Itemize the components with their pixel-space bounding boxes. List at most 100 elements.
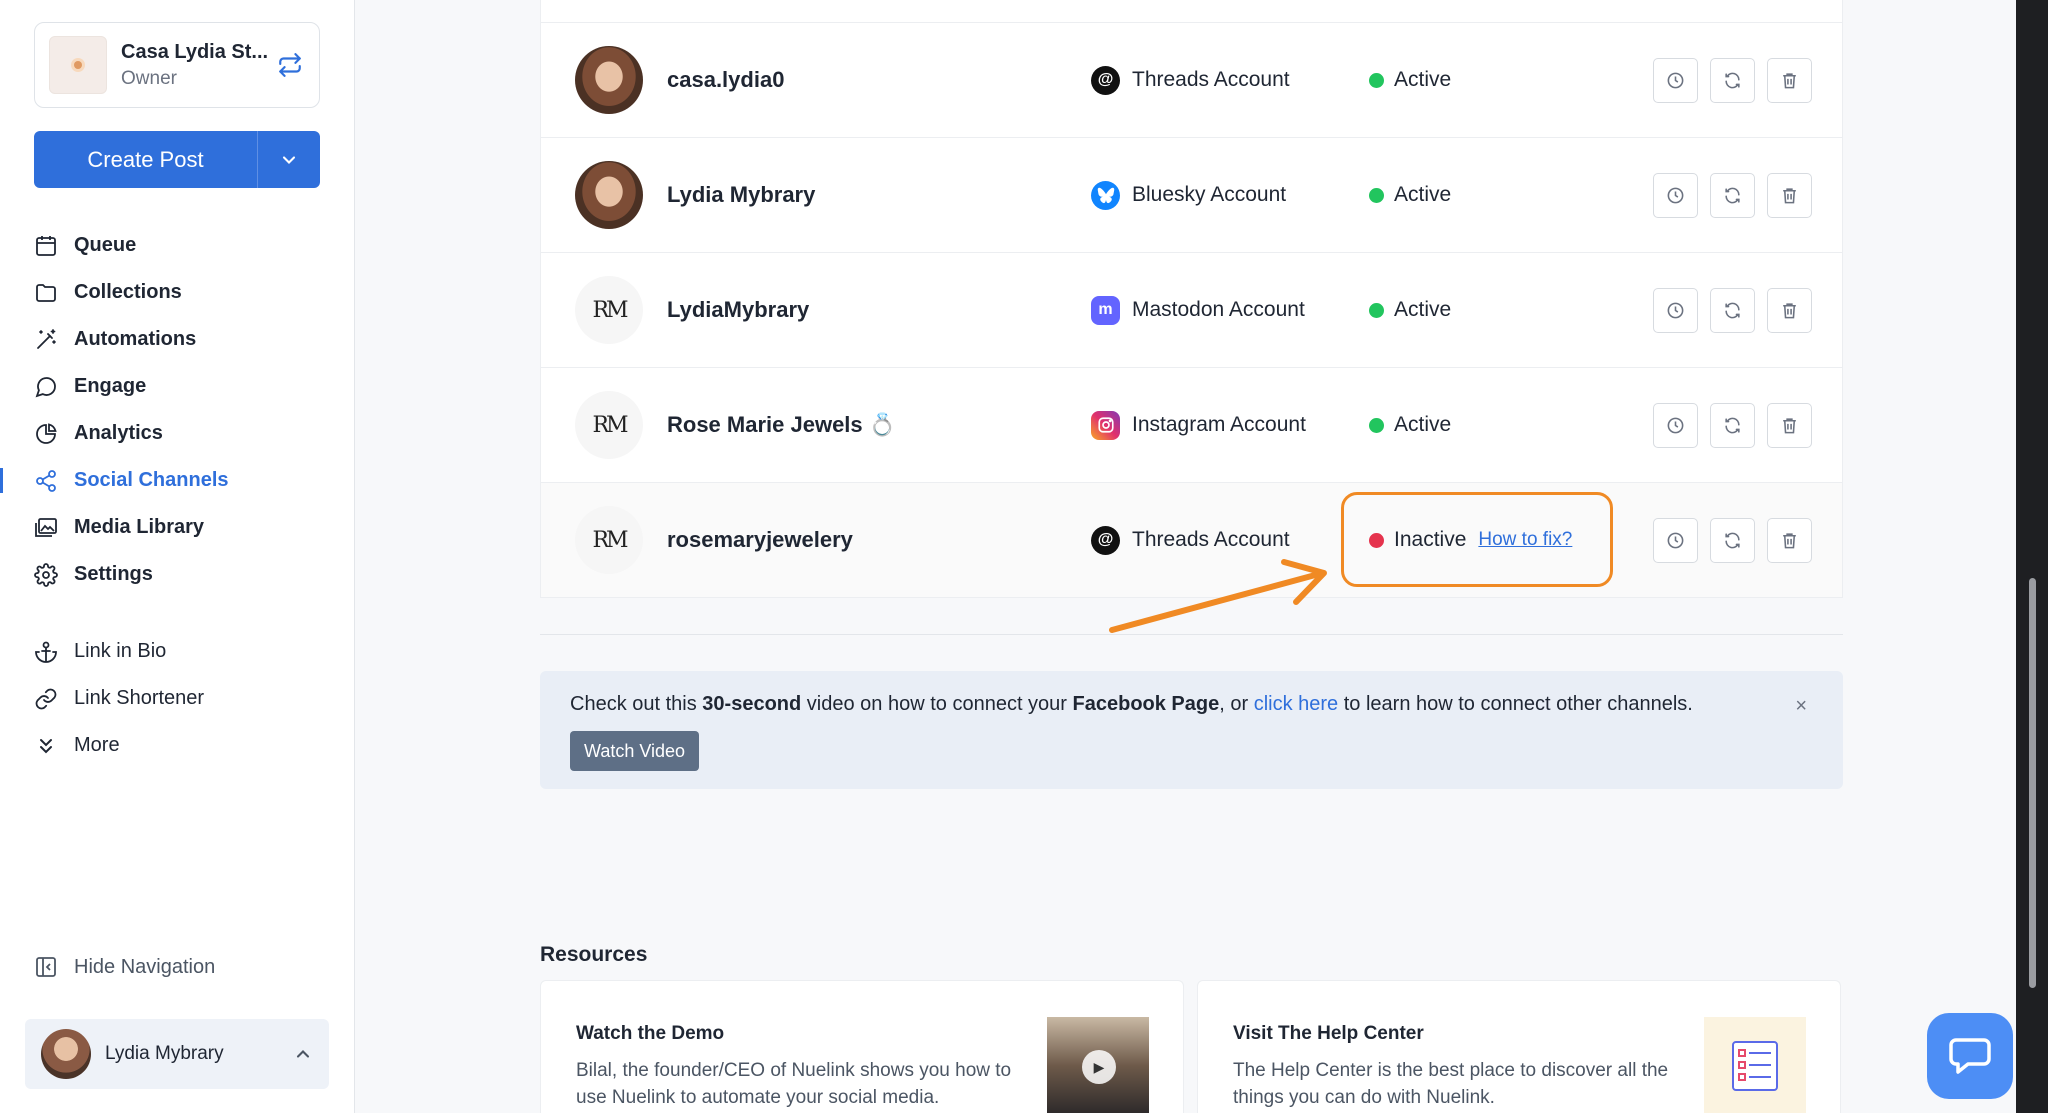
chat-icon xyxy=(1949,1038,1991,1074)
clock-icon xyxy=(1667,187,1684,203)
chevron-up-icon xyxy=(296,1050,310,1058)
account-type: @ Threads Account xyxy=(1091,65,1290,95)
refresh-button[interactable] xyxy=(1710,402,1755,448)
nav-item-social-channels[interactable]: Social Channels xyxy=(0,457,355,504)
row-actions xyxy=(1653,172,1812,218)
status-label: Active xyxy=(1394,413,1452,436)
status-badge: Active xyxy=(1369,413,1451,437)
delete-button[interactable] xyxy=(1767,402,1812,448)
account-name: casa.lydia0 xyxy=(667,67,785,92)
status-badge: Active xyxy=(1369,183,1451,207)
account-type-label: Bluesky Account xyxy=(1132,183,1287,206)
folder-icon xyxy=(36,283,56,302)
table-row: casa.lydia0 @ Threads Account Active xyxy=(541,23,1842,138)
delete-button[interactable] xyxy=(1767,172,1812,218)
delete-button[interactable] xyxy=(1767,57,1812,103)
watch-video-button[interactable]: Watch Video xyxy=(570,731,700,771)
account-type: @ Threads Account xyxy=(1091,525,1290,555)
refresh-button[interactable] xyxy=(1710,57,1755,103)
delete-button[interactable] xyxy=(1767,287,1812,333)
schedule-button[interactable] xyxy=(1653,287,1698,333)
nav-item-engage[interactable]: Engage xyxy=(0,363,355,410)
main-nav: Queue Collections Automations Engage Ana… xyxy=(0,222,355,769)
support-chat-button[interactable] xyxy=(1927,1013,2013,1099)
status-label: Active xyxy=(1394,298,1452,321)
workspace-name: Casa Lydia St... xyxy=(121,40,269,63)
row-actions xyxy=(1653,402,1812,448)
nav-label: Link Shortener xyxy=(74,687,205,709)
create-post-button-group: Create Post xyxy=(34,131,320,188)
channels-list: casa.lydia0 @ Threads Account Active Lyd… xyxy=(540,0,1843,598)
anchor-icon xyxy=(35,641,57,663)
nav-label: Media Library xyxy=(74,516,205,538)
table-row: Lydia Mybrary Bluesky Account Active xyxy=(541,138,1842,253)
schedule-button[interactable] xyxy=(1653,517,1698,563)
status-badge: Active xyxy=(1369,68,1451,92)
refresh-icon xyxy=(1725,187,1740,203)
nav-item-queue[interactable]: Queue xyxy=(0,222,355,269)
refresh-icon xyxy=(1725,302,1740,318)
refresh-icon xyxy=(1725,72,1740,88)
nav-item-analytics[interactable]: Analytics xyxy=(0,410,355,457)
schedule-button[interactable] xyxy=(1653,402,1698,448)
trash-icon xyxy=(1783,302,1796,318)
resource-text: Bilal, the founder/CEO of Nuelink shows … xyxy=(576,1060,1012,1108)
images-icon xyxy=(35,517,57,537)
account-name: Rose Marie Jewels 💍 xyxy=(667,412,897,437)
checklist-icon xyxy=(1732,1040,1778,1091)
user-menu[interactable]: Lydia Mybrary xyxy=(25,1019,329,1089)
resource-title: Visit The Help Center xyxy=(1233,1023,1424,1044)
click-here-link[interactable]: click here xyxy=(1254,693,1338,715)
help-center-thumbnail xyxy=(1704,1017,1806,1113)
resource-card-help-center[interactable]: Visit The Help Center The Help Center is… xyxy=(1197,980,1841,1113)
nav-item-collections[interactable]: Collections xyxy=(0,269,355,316)
status-label: Active xyxy=(1394,68,1452,91)
schedule-button[interactable] xyxy=(1653,57,1698,103)
status-badge: Active xyxy=(1369,298,1451,322)
mastodon-icon: m xyxy=(1091,295,1120,325)
status-label: Active xyxy=(1394,183,1452,206)
account-avatar xyxy=(575,46,643,114)
close-icon[interactable]: × xyxy=(1795,695,1807,718)
refresh-button[interactable] xyxy=(1710,517,1755,563)
nav-label: Collections xyxy=(74,281,182,303)
account-avatar: RM xyxy=(575,276,643,344)
play-icon: ▶ xyxy=(1082,1050,1116,1084)
trash-icon xyxy=(1783,532,1796,548)
nav-item-automations[interactable]: Automations xyxy=(0,316,355,363)
resource-text: The Help Center is the best place to dis… xyxy=(1233,1060,1669,1108)
refresh-button[interactable] xyxy=(1710,287,1755,333)
row-actions xyxy=(1653,287,1812,333)
create-post-dropdown[interactable] xyxy=(258,131,320,188)
account-type-label: Instagram Account xyxy=(1132,413,1306,436)
nav-label: Analytics xyxy=(74,422,163,444)
nav-item-settings[interactable]: Settings xyxy=(0,551,355,598)
share-icon xyxy=(36,469,56,492)
nav-item-link-in-bio[interactable]: Link in Bio xyxy=(0,628,355,675)
switch-workspace-icon[interactable] xyxy=(275,50,305,80)
delete-button[interactable] xyxy=(1767,517,1812,563)
main-content: casa.lydia0 @ Threads Account Active Lyd… xyxy=(356,0,2016,1113)
account-type: m Mastodon Account xyxy=(1091,295,1305,325)
account-avatar: RM xyxy=(575,506,643,574)
schedule-button[interactable] xyxy=(1653,172,1698,218)
video-thumbnail[interactable]: ▶ xyxy=(1047,1017,1149,1113)
refresh-button[interactable] xyxy=(1710,172,1755,218)
scrollbar[interactable] xyxy=(2016,0,2048,1113)
bluesky-icon xyxy=(1091,180,1120,210)
clock-icon xyxy=(1667,532,1684,548)
nav-item-link-shortener[interactable]: Link Shortener xyxy=(0,675,355,722)
create-post-button[interactable]: Create Post xyxy=(34,131,258,188)
hide-navigation-button[interactable]: Hide Navigation xyxy=(34,955,215,979)
nav-item-more[interactable]: More xyxy=(0,722,355,769)
resource-card-demo[interactable]: Watch the Demo Bilal, the founder/CEO of… xyxy=(540,980,1184,1113)
chevrons-down-icon xyxy=(40,738,52,753)
table-row: RM LydiaMybrary m Mastodon Account Activ… xyxy=(541,253,1842,368)
nav-label: Settings xyxy=(74,563,153,585)
user-name: Lydia Mybrary xyxy=(105,1043,224,1064)
scrollbar-thumb[interactable] xyxy=(2029,578,2036,988)
trash-icon xyxy=(1783,187,1796,203)
workspace-switcher[interactable]: Casa Lydia St... Owner xyxy=(34,22,320,108)
nav-item-media-library[interactable]: Media Library xyxy=(0,504,355,551)
pie-chart-icon xyxy=(36,422,57,444)
